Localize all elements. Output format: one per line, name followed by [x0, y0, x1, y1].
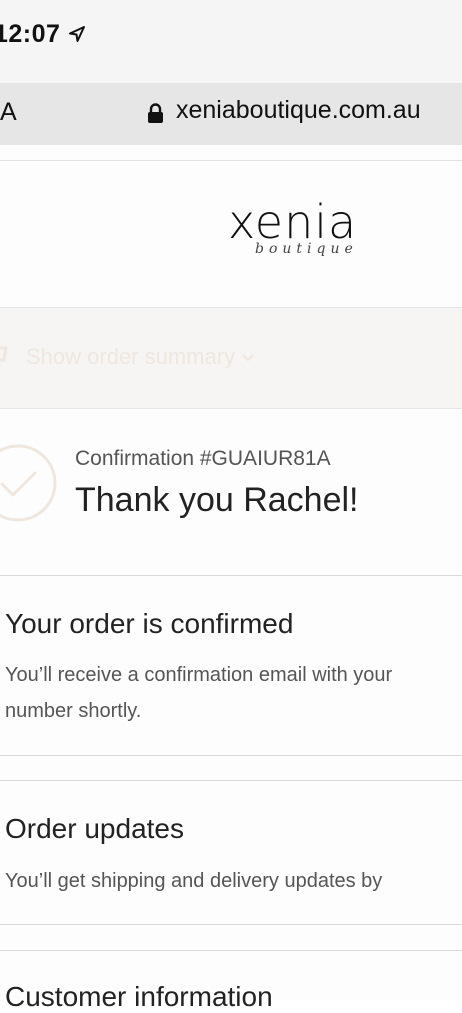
url-text[interactable]: xeniaboutique.com.au [176, 96, 421, 125]
status-time: 12:07 [0, 20, 60, 49]
confirmation-number: Confirmation #GUAIUR81A [75, 447, 331, 471]
reader-mode-button[interactable]: A [0, 98, 17, 127]
status-bar: 12:07 [0, 0, 462, 83]
customer-information-title: Customer information [5, 981, 273, 1013]
divider [0, 575, 462, 576]
chevron-down-icon [241, 353, 255, 363]
lock-icon [147, 103, 164, 124]
order-confirmed-text-line1: You’ll receive a confirmation email with… [5, 657, 392, 693]
checkout-page: xenia boutique Show order summary Confir… [0, 145, 462, 1000]
url-bar[interactable]: A xeniaboutique.com.au [0, 83, 462, 145]
divider [0, 950, 462, 951]
store-logo[interactable]: xenia boutique [228, 197, 380, 267]
logo-main-text: xenia [228, 197, 357, 247]
order-confirmed-title: Your order is confirmed [5, 608, 293, 640]
order-updates-title: Order updates [5, 813, 184, 845]
divider [0, 755, 462, 756]
divider [0, 780, 462, 781]
cart-icon [0, 344, 14, 370]
show-order-summary-toggle[interactable]: Show order summary [26, 344, 255, 370]
thank-you-heading: Thank you Rachel! [75, 481, 359, 520]
summary-toggle-label: Show order summary [26, 344, 235, 369]
logo-sub-text: boutique [255, 241, 358, 257]
order-confirmed-text-line2: number shortly. [5, 693, 141, 729]
checkmark-circle-icon [0, 443, 58, 523]
order-updates-text: You’ll get shipping and delivery updates… [5, 863, 382, 899]
divider [0, 160, 462, 161]
status-time-text: 12:07 [0, 20, 60, 48]
location-arrow-icon [68, 25, 86, 43]
divider [0, 924, 462, 925]
order-summary-bar[interactable]: Show order summary [0, 307, 462, 409]
